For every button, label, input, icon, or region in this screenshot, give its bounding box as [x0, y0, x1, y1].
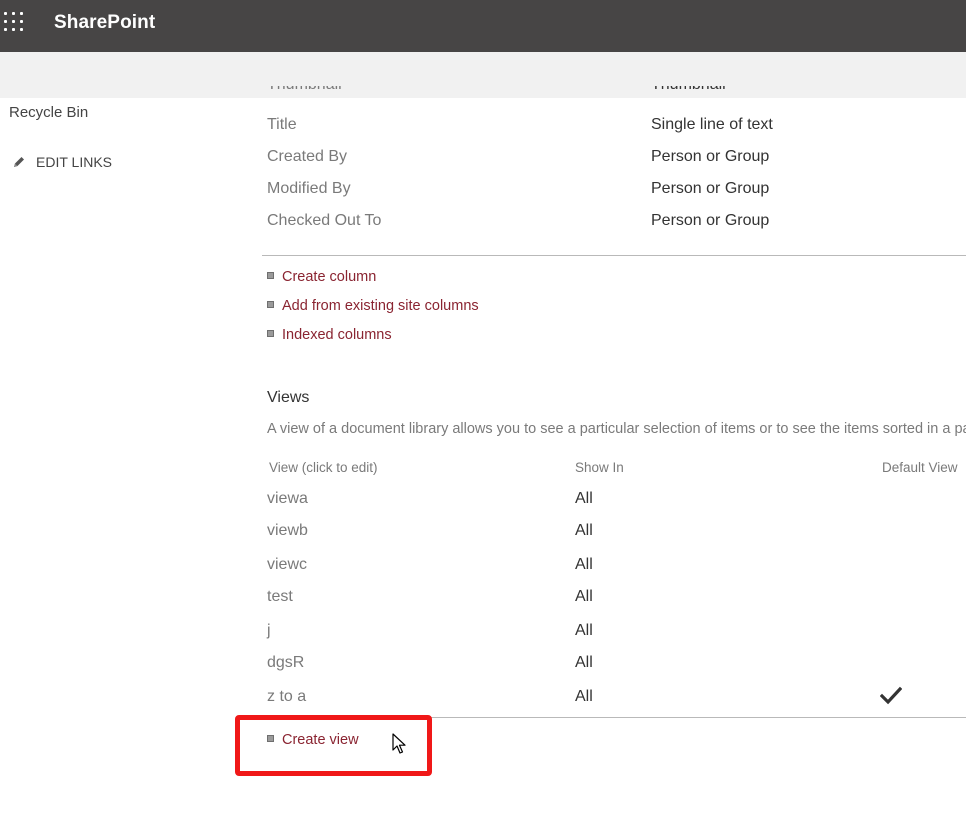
view-link[interactable]: viewb: [267, 522, 308, 540]
view-link[interactable]: test: [267, 588, 293, 606]
nav-item-recycle-bin[interactable]: Recycle Bin: [9, 104, 88, 121]
view-link[interactable]: z to a: [267, 688, 306, 706]
views-section-title: Views: [267, 389, 310, 406]
clipped-column-row: Thumbnail Thumbnail: [267, 86, 966, 98]
view-link[interactable]: viewa: [267, 490, 308, 508]
bullet-icon: [267, 271, 274, 279]
main-content: Thumbnail Thumbnail Title Single line of…: [0, 0, 966, 823]
show-in-column-header: Show In: [575, 460, 624, 475]
bullet-icon: [267, 329, 274, 337]
divider: [262, 255, 966, 256]
link-label: Create column: [282, 269, 377, 285]
view-column-header: View (click to edit): [269, 460, 378, 475]
suite-bar: SharePoint: [0, 0, 966, 52]
view-link[interactable]: dgsR: [267, 654, 304, 672]
link-label: Indexed columns: [282, 327, 392, 343]
column-name[interactable]: Title: [267, 116, 297, 134]
bullet-icon: [267, 300, 274, 308]
link-label: Add from existing site columns: [282, 298, 479, 314]
column-type: Person or Group: [651, 212, 770, 229]
view-show-in: All: [575, 556, 593, 573]
edit-links-label: EDIT LINKS: [36, 154, 112, 170]
view-show-in: All: [575, 622, 593, 639]
mouse-pointer-icon: [392, 733, 406, 754]
column-type: Person or Group: [651, 148, 770, 165]
column-type: Thumbnail: [651, 86, 726, 94]
view-show-in: All: [575, 588, 593, 605]
checkmark-icon: [880, 686, 902, 705]
column-name[interactable]: Created By: [267, 148, 347, 166]
column-type: Single line of text: [651, 116, 773, 133]
view-show-in: All: [575, 522, 593, 539]
views-description: A view of a document library allows you …: [267, 421, 966, 437]
indexed-columns-link[interactable]: Indexed columns: [267, 327, 392, 343]
add-existing-site-columns-link[interactable]: Add from existing site columns: [267, 298, 479, 314]
edit-links-button[interactable]: EDIT LINKS: [12, 154, 112, 170]
create-column-link[interactable]: Create column: [267, 269, 376, 285]
view-show-in: All: [575, 688, 593, 705]
waffle-icon[interactable]: [4, 12, 24, 32]
column-type: Person or Group: [651, 180, 770, 197]
default-view-column-header: Default View: [882, 460, 958, 475]
view-show-in: All: [575, 654, 593, 671]
view-link[interactable]: j: [267, 622, 271, 640]
column-name[interactable]: Checked Out To: [267, 212, 381, 230]
column-name[interactable]: Thumbnail: [267, 86, 342, 94]
view-link[interactable]: viewc: [267, 556, 307, 574]
pencil-icon: [14, 157, 24, 167]
view-show-in: All: [575, 490, 593, 507]
column-name[interactable]: Modified By: [267, 180, 351, 198]
brand-title[interactable]: SharePoint: [54, 12, 155, 34]
